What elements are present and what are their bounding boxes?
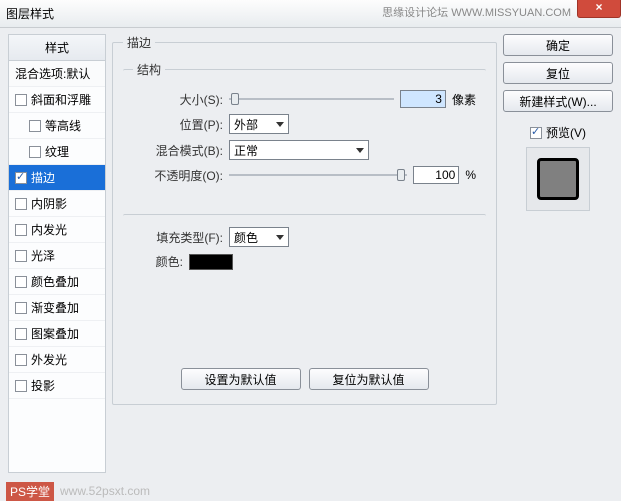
- size-label: 大小(S):: [133, 91, 223, 108]
- position-select[interactable]: 外部: [229, 114, 289, 134]
- style-checkbox[interactable]: [15, 250, 27, 262]
- sidebar-header: 样式: [9, 35, 105, 61]
- style-item-label: 颜色叠加: [31, 273, 79, 290]
- style-item-7[interactable]: 颜色叠加: [9, 269, 105, 295]
- reset-default-button[interactable]: 复位为默认值: [309, 368, 429, 390]
- style-checkbox[interactable]: [15, 354, 27, 366]
- style-item-2[interactable]: 纹理: [9, 139, 105, 165]
- dialog-body: 样式 混合选项:默认 斜面和浮雕等高线纹理描边内阴影内发光光泽颜色叠加渐变叠加图…: [0, 28, 621, 473]
- style-item-4[interactable]: 内阴影: [9, 191, 105, 217]
- blendmode-row: 混合模式(B): 正常: [133, 140, 476, 160]
- style-item-label: 描边: [31, 169, 55, 186]
- ok-button[interactable]: 确定: [503, 34, 613, 56]
- style-checkbox[interactable]: [29, 120, 41, 132]
- opacity-unit: %: [465, 168, 476, 182]
- footer-tag: PS学堂: [6, 482, 54, 501]
- style-item-8[interactable]: 渐变叠加: [9, 295, 105, 321]
- opacity-row: 不透明度(O): 100 %: [133, 166, 476, 184]
- styles-sidebar: 样式 混合选项:默认 斜面和浮雕等高线纹理描边内阴影内发光光泽颜色叠加渐变叠加图…: [8, 34, 106, 473]
- preview-swatch: [537, 158, 579, 200]
- blendmode-select[interactable]: 正常: [229, 140, 369, 160]
- style-item-label: 内发光: [31, 221, 67, 238]
- chevron-down-icon: [276, 122, 284, 127]
- color-row: 颜色:: [133, 253, 476, 270]
- style-item-label: 外发光: [31, 351, 67, 368]
- preview-box: [526, 147, 590, 211]
- blendmode-value: 正常: [234, 142, 258, 159]
- style-item-10[interactable]: 外发光: [9, 347, 105, 373]
- style-item-9[interactable]: 图案叠加: [9, 321, 105, 347]
- stroke-group-title: 描边: [123, 34, 155, 51]
- preview-toggle[interactable]: 预览(V): [530, 124, 586, 141]
- style-checkbox[interactable]: [29, 146, 41, 158]
- footer-watermark: PS学堂 www.52psxt.com: [0, 481, 621, 501]
- size-row: 大小(S): 3 像素: [133, 90, 476, 108]
- style-checkbox[interactable]: [15, 172, 27, 184]
- chevron-down-icon: [356, 148, 364, 153]
- make-default-button[interactable]: 设置为默认值: [181, 368, 301, 390]
- color-label: 颜色:: [133, 253, 183, 270]
- default-buttons: 设置为默认值 复位为默认值: [123, 368, 486, 390]
- new-style-button[interactable]: 新建样式(W)...: [503, 90, 613, 112]
- style-item-label: 图案叠加: [31, 325, 79, 342]
- blend-options-label: 混合选项:默认: [15, 65, 90, 82]
- style-item-3[interactable]: 描边: [9, 165, 105, 191]
- filltype-select[interactable]: 颜色: [229, 227, 289, 247]
- settings-panel: 描边 结构 大小(S): 3 像素 位置(P): 外部: [112, 34, 497, 473]
- cancel-button[interactable]: 复位: [503, 62, 613, 84]
- title-bar: 图层样式 思缘设计论坛 WWW.MISSYUAN.COM ×: [0, 0, 621, 28]
- structure-group: 结构 大小(S): 3 像素 位置(P): 外部: [123, 61, 486, 204]
- filltype-value: 颜色: [234, 229, 258, 246]
- style-checkbox[interactable]: [15, 302, 27, 314]
- opacity-label: 不透明度(O):: [133, 167, 223, 184]
- style-item-label: 渐变叠加: [31, 299, 79, 316]
- style-item-11[interactable]: 投影: [9, 373, 105, 399]
- blendmode-label: 混合模式(B):: [133, 142, 223, 159]
- position-row: 位置(P): 外部: [133, 114, 476, 134]
- style-checkbox[interactable]: [15, 224, 27, 236]
- style-item-label: 内阴影: [31, 195, 67, 212]
- style-checkbox[interactable]: [15, 198, 27, 210]
- size-slider[interactable]: [229, 92, 394, 106]
- watermark-text: 思缘设计论坛 WWW.MISSYUAN.COM: [382, 4, 571, 20]
- style-item-1[interactable]: 等高线: [9, 113, 105, 139]
- filltype-label: 填充类型(F):: [133, 229, 223, 246]
- style-item-label: 纹理: [45, 143, 69, 160]
- chevron-down-icon: [276, 235, 284, 240]
- preview-checkbox[interactable]: [530, 127, 542, 139]
- style-item-label: 斜面和浮雕: [31, 91, 91, 108]
- action-column: 确定 复位 新建样式(W)... 预览(V): [503, 34, 613, 473]
- style-item-label: 光泽: [31, 247, 55, 264]
- preview-area: 预览(V): [503, 124, 613, 211]
- style-checkbox[interactable]: [15, 276, 27, 288]
- fill-group: 填充类型(F): 颜色 颜色:: [123, 214, 486, 364]
- position-value: 外部: [234, 116, 258, 133]
- structure-title: 结构: [133, 61, 165, 78]
- style-item-5[interactable]: 内发光: [9, 217, 105, 243]
- stroke-group: 描边 结构 大小(S): 3 像素 位置(P): 外部: [112, 34, 497, 405]
- style-item-label: 等高线: [45, 117, 81, 134]
- opacity-slider[interactable]: [229, 168, 407, 182]
- size-input[interactable]: 3: [400, 90, 446, 108]
- style-checkbox[interactable]: [15, 94, 27, 106]
- filltype-row: 填充类型(F): 颜色: [133, 227, 476, 247]
- style-item-0[interactable]: 斜面和浮雕: [9, 87, 105, 113]
- blend-options-item[interactable]: 混合选项:默认: [9, 61, 105, 87]
- style-item-label: 投影: [31, 377, 55, 394]
- preview-label: 预览(V): [546, 124, 586, 141]
- footer-url: www.52psxt.com: [60, 484, 150, 498]
- color-swatch[interactable]: [189, 254, 233, 270]
- position-label: 位置(P):: [133, 116, 223, 133]
- style-checkbox[interactable]: [15, 328, 27, 340]
- style-checkbox[interactable]: [15, 380, 27, 392]
- style-item-6[interactable]: 光泽: [9, 243, 105, 269]
- close-button[interactable]: ×: [577, 0, 621, 18]
- opacity-input[interactable]: 100: [413, 166, 459, 184]
- size-unit: 像素: [452, 91, 476, 108]
